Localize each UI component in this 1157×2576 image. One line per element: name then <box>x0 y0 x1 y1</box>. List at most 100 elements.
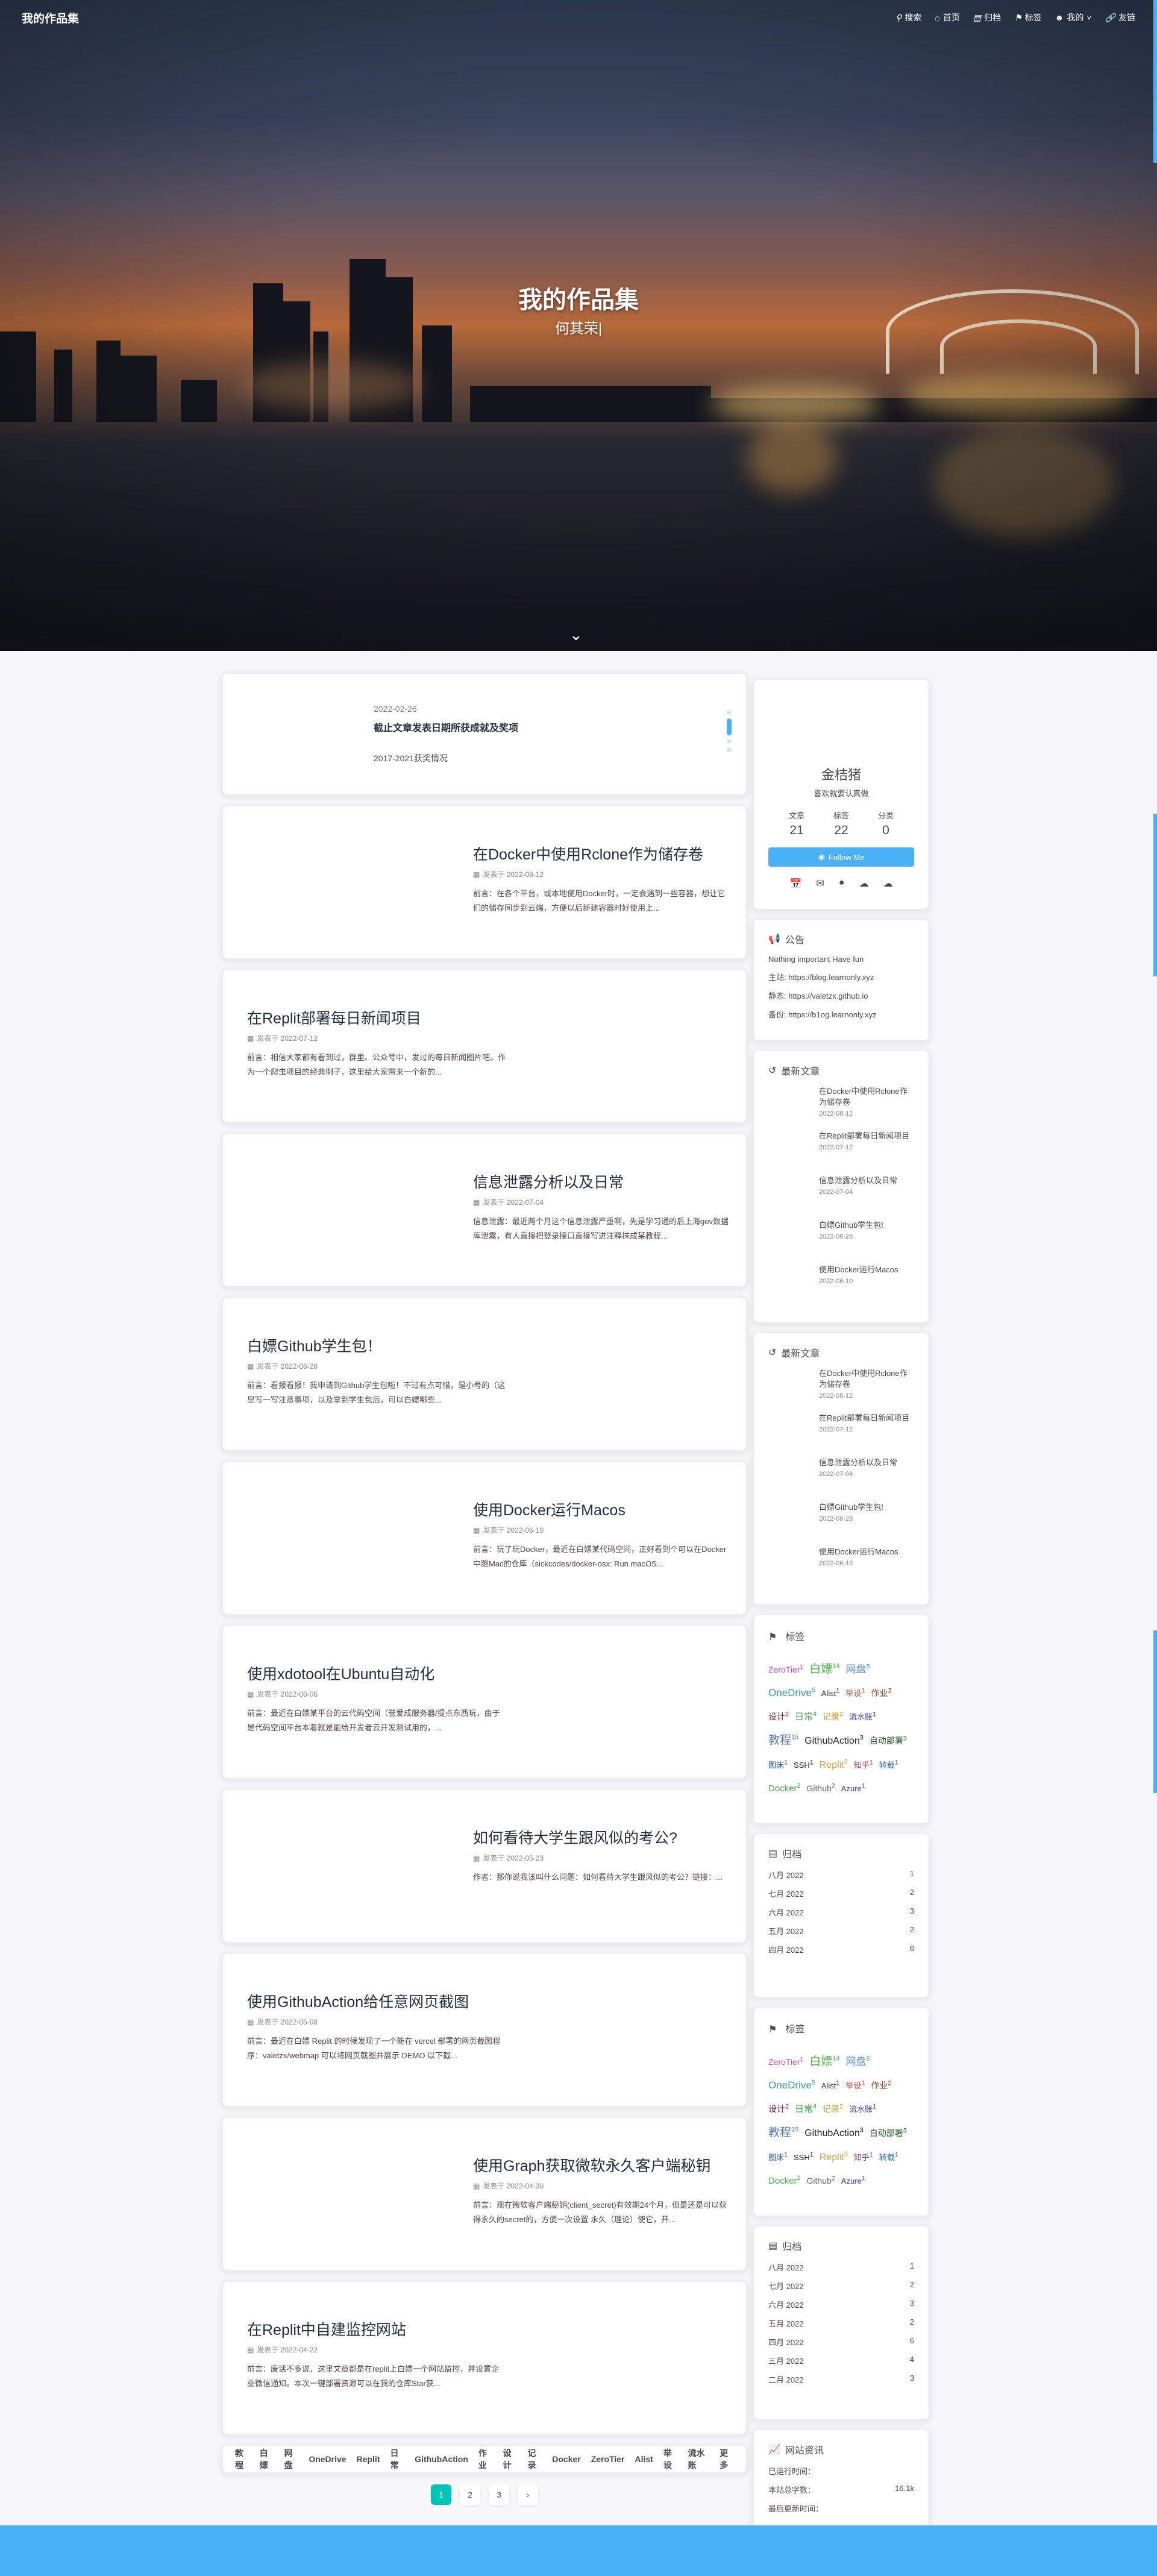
category-link[interactable]: Docker <box>552 2454 580 2464</box>
archive-item[interactable]: 八月 2022 1 <box>768 1869 914 1880</box>
tag-link[interactable]: SSH1 <box>794 1759 814 1769</box>
next-page-button[interactable]: › <box>518 2484 538 2505</box>
tag-link[interactable]: 自动部署3 <box>870 2128 907 2138</box>
tag-link[interactable]: 转载1 <box>879 1759 898 1769</box>
recent-post-item[interactable]: 在Docker中使用Rclone作为储存卷 2022-08-12 <box>768 1086 914 1120</box>
nav-mine[interactable]: ☻ 我的 ˅ <box>1055 11 1092 24</box>
category-link[interactable]: ZeroTier <box>591 2454 625 2464</box>
category-link[interactable]: OneDrive <box>309 2454 346 2464</box>
recent-post-item[interactable]: 信息泄露分析以及日常 2022-07-04 <box>768 1175 914 1209</box>
tag-link[interactable]: 教程15 <box>768 2126 798 2139</box>
post-title[interactable]: 白嫖Github学生包！ <box>247 1334 506 1356</box>
tag-link[interactable]: 作业2 <box>871 1687 891 1698</box>
site-brand[interactable]: 我的作品集 <box>22 10 79 26</box>
post-card[interactable]: 白嫖Github学生包！ ▦ 发表于 2022-06-28 前言：看报看报！我申请到G… <box>223 1298 746 1450</box>
tag-link[interactable]: GithubAction3 <box>804 1735 864 1746</box>
recent-post-item[interactable]: 使用Docker运行Macos 2022-06-10 <box>768 1547 914 1580</box>
recent-post-title[interactable]: 在Docker中使用Rclone作为储存卷 <box>819 1368 914 1390</box>
tag-link[interactable]: 自动部署3 <box>870 1735 907 1746</box>
recent-post-title[interactable]: 在Replit部署每日新闻项目 <box>819 1131 909 1142</box>
category-link[interactable]: 网盘 <box>284 2447 299 2471</box>
post-title[interactable]: 在Replit中自建监控网站 <box>247 2318 506 2340</box>
recent-post-title[interactable]: 白嫖Github学生包! <box>819 1220 883 1231</box>
category-link[interactable]: 记录 <box>527 2447 542 2471</box>
page-button[interactable]: 1 <box>431 2484 451 2505</box>
post-thumbnail[interactable] <box>768 1131 811 1164</box>
tag-link[interactable]: Docker2 <box>768 2175 801 2186</box>
page-button[interactable]: 3 <box>489 2484 509 2505</box>
tag-link[interactable]: Replit5 <box>820 1758 848 1770</box>
archive-item[interactable]: 五月 2022 2 <box>768 2317 914 2329</box>
recent-post-item[interactable]: 在Docker中使用Rclone作为储存卷 2022-08-12 <box>768 1368 914 1402</box>
tag-link[interactable]: 记录2 <box>823 1711 843 1721</box>
recent-post-item[interactable]: 白嫖Github学生包! 2022-06-28 <box>768 1502 914 1536</box>
category-link[interactable]: 教程 <box>235 2447 249 2471</box>
post-thumbnail[interactable] <box>768 1175 811 1209</box>
tag-link[interactable]: Github2 <box>807 1782 835 1793</box>
cloud-download-icon[interactable]: ☁ <box>883 878 893 890</box>
category-link[interactable]: 作业 <box>478 2447 493 2471</box>
category-link[interactable]: 日常 <box>390 2447 404 2471</box>
tag-link[interactable]: 设计2 <box>768 1711 789 1721</box>
stat-tags[interactable]: 标签 22 <box>833 809 849 838</box>
tag-link[interactable]: Github2 <box>807 2175 835 2185</box>
category-link[interactable]: 更多 <box>720 2447 734 2471</box>
tag-link[interactable]: Replit5 <box>820 2150 848 2162</box>
post-card[interactable]: 在Replit部署每日新闻项目 ▦ 发表于 2022-07-12 前言：相信大家都有看… <box>223 970 746 1122</box>
tag-link[interactable]: 白嫖14 <box>809 2055 839 2068</box>
tag-link[interactable]: 知乎1 <box>854 1759 873 1769</box>
cloud-upload-icon[interactable]: ☁ <box>859 878 869 890</box>
recent-post-title[interactable]: 信息泄露分析以及日常 <box>819 1175 897 1186</box>
post-card[interactable]: 使用xdotool在Ubuntu自动化 ▦ 发表于 2022-06-06 前言：最近在… <box>223 1626 746 1778</box>
tag-link[interactable]: 白嫖14 <box>809 1663 839 1676</box>
follow-button[interactable]: ◉ Follow Me <box>768 847 914 867</box>
post-thumbnail[interactable] <box>768 1086 811 1120</box>
post-thumbnail[interactable] <box>768 1502 811 1536</box>
calendar-icon[interactable]: 📅 <box>790 878 802 890</box>
recent-post-title[interactable]: 在Docker中使用Rclone作为储存卷 <box>819 1086 914 1108</box>
category-link[interactable]: 白嫖 <box>260 2447 274 2471</box>
post-card[interactable]: 使用Docker运行Macos ▦ 发表于 2022-06-10 前言：玩了玩Dock… <box>223 1462 746 1614</box>
recent-post-title[interactable]: 使用Docker运行Macos <box>819 1547 898 1557</box>
post-card[interactable]: 在Replit中自建监控网站 ▦ 发表于 2022-04-22 前言：废话不多说，这里… <box>223 2282 746 2434</box>
tag-link[interactable]: 设计2 <box>768 2103 789 2114</box>
recent-post-title[interactable]: 白嫖Github学生包! <box>819 1502 883 1513</box>
tag-link[interactable]: 记录2 <box>823 2103 843 2114</box>
archive-item[interactable]: 二月 2022 3 <box>768 2373 914 2385</box>
slider-title[interactable]: 截止文章发表日期所获成就及奖项 <box>374 720 734 734</box>
archive-item[interactable]: 八月 2022 1 <box>768 2261 914 2273</box>
tag-link[interactable]: ZeroTier1 <box>768 2056 804 2067</box>
tag-link[interactable]: Alist1 <box>821 2080 840 2090</box>
scroll-down-icon[interactable]: ⌄ <box>569 626 583 644</box>
post-card[interactable]: 使用Graph获取微软永久客户端秘钥 ▦ 发表于 2022-04-30 前言：现在微软… <box>223 2118 746 2270</box>
tag-link[interactable]: OneDrive5 <box>768 2079 815 2091</box>
tag-link[interactable]: 知乎1 <box>854 2151 873 2161</box>
category-link[interactable]: Replit <box>357 2454 380 2464</box>
recent-post-title[interactable]: 信息泄露分析以及日常 <box>819 1457 897 1468</box>
tag-link[interactable]: 流水账1 <box>849 1711 876 1721</box>
recent-post-item[interactable]: 在Replit部署每日新闻项目 2022-07-12 <box>768 1131 914 1164</box>
archive-item[interactable]: 六月 2022 3 <box>768 1906 914 1918</box>
post-card[interactable]: 使用GithubAction给任意网页截图 ▦ 发表于 2022-05-08 前言：最… <box>223 1954 746 2106</box>
post-thumbnail[interactable] <box>768 1220 811 1254</box>
nav-tags[interactable]: ⚑ 标签 <box>1014 11 1042 24</box>
category-link[interactable]: Alist <box>635 2454 653 2464</box>
category-link[interactable]: 设计 <box>503 2447 518 2471</box>
tag-link[interactable]: Docker2 <box>768 1782 801 1794</box>
tag-link[interactable]: Azure1 <box>841 1782 865 1792</box>
category-link[interactable]: 举设 <box>663 2447 678 2471</box>
archive-item[interactable]: 七月 2022 2 <box>768 2280 914 2292</box>
nav-links[interactable]: 🔗 友链 <box>1105 11 1135 24</box>
tag-link[interactable]: 转载1 <box>879 2151 898 2161</box>
post-title[interactable]: 使用Graph获取微软永久客户端秘钥 <box>473 2154 732 2176</box>
nav-archive[interactable]: ▤ 归档 <box>973 11 1001 24</box>
tag-link[interactable]: Alist1 <box>821 1688 840 1698</box>
tag-link[interactable]: Azure1 <box>841 2175 865 2185</box>
tag-link[interactable]: 流水账1 <box>849 2103 876 2114</box>
tag-link[interactable]: 网盘5 <box>846 1663 870 1676</box>
archive-item[interactable]: 四月 2022 6 <box>768 1944 914 1955</box>
archive-item[interactable]: 三月 2022 4 <box>768 2355 914 2366</box>
post-thumbnail[interactable] <box>768 1264 811 1298</box>
post-title[interactable]: 在Docker中使用Rclone作为储存卷 <box>473 843 732 864</box>
category-link[interactable]: 流水账 <box>688 2447 710 2471</box>
